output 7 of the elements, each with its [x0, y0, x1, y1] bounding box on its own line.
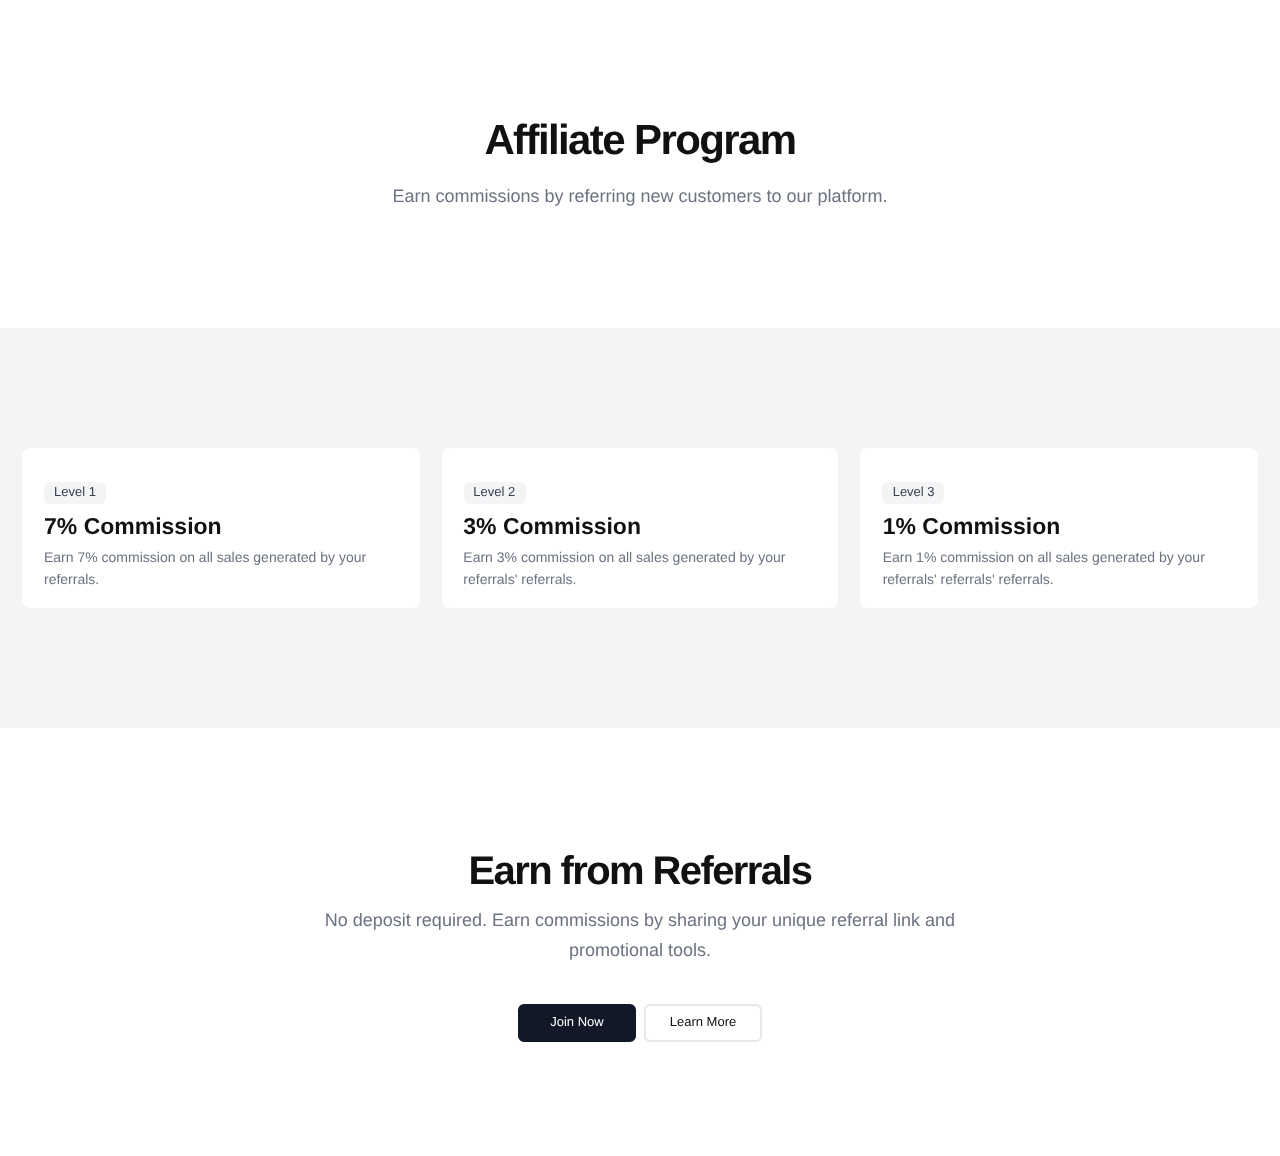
page-subtitle: Earn commissions by referring new customers to our platform. — [392, 186, 888, 206]
commission-title: 7% Commission — [44, 516, 224, 540]
commission-title: 3% Commission — [463, 516, 643, 540]
commission-title: 1% Commission — [882, 516, 1063, 540]
section-subtitle: No deposit required. Earn commissions by sharing your unique referral link and promotional tools. — [322, 908, 958, 964]
page-title: Affiliate Program — [484, 116, 796, 168]
section-title: Earn from Referrals — [468, 848, 812, 898]
